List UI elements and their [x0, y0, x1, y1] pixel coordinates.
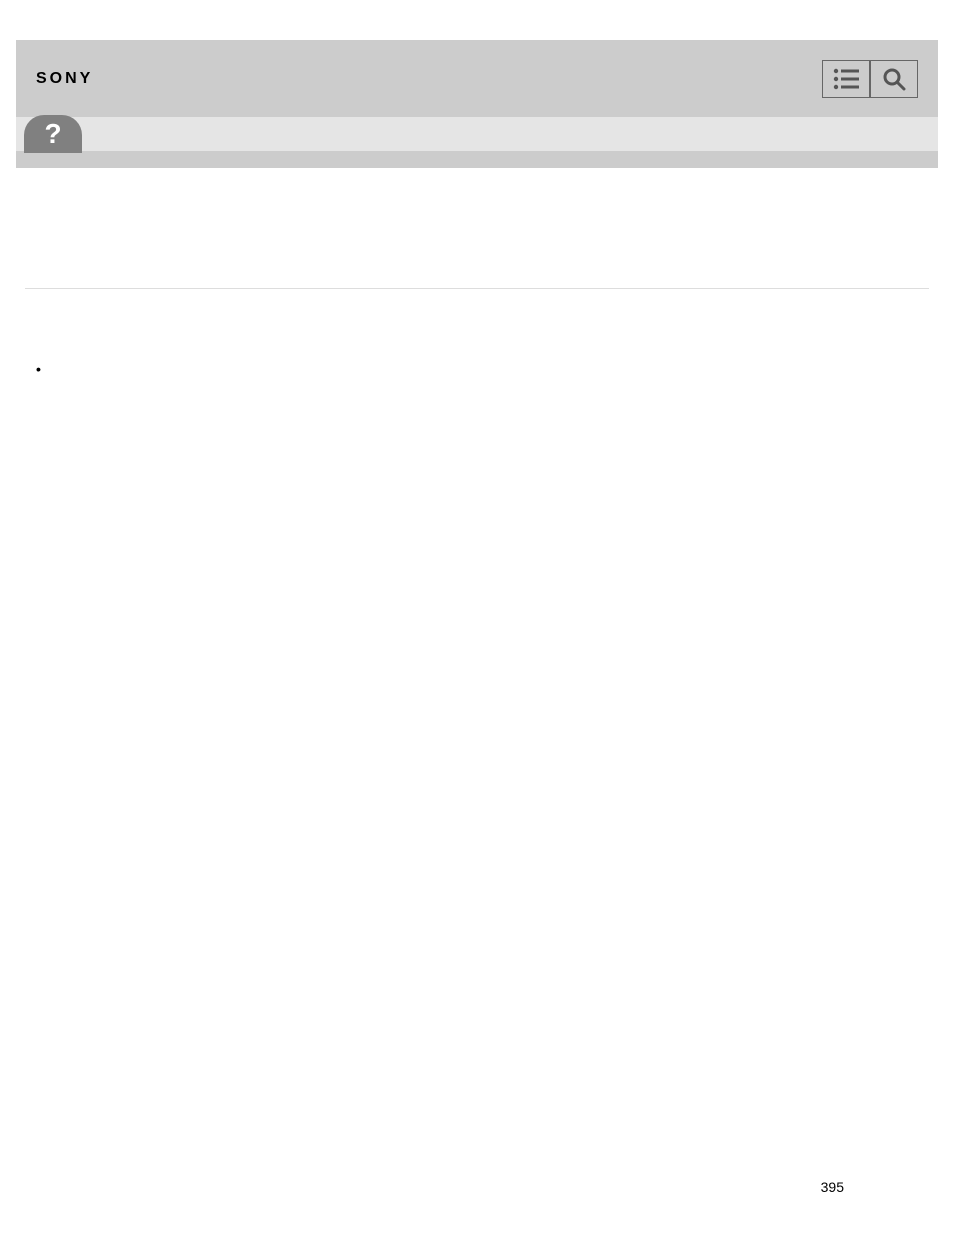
- sub-header: ?: [16, 117, 938, 151]
- list-icon: [833, 68, 859, 90]
- search-icon: [882, 67, 906, 91]
- divider: [25, 288, 929, 289]
- question-mark-icon: ?: [44, 118, 61, 150]
- sony-logo: SONY: [36, 70, 93, 88]
- header-bar: SONY: [16, 40, 938, 117]
- gray-strip: [16, 151, 938, 168]
- header-buttons: [822, 60, 918, 98]
- list-button[interactable]: [822, 60, 870, 98]
- search-button[interactable]: [870, 60, 918, 98]
- content-area: [0, 288, 954, 289]
- top-spacer: [0, 0, 954, 40]
- help-icon: ?: [24, 115, 82, 153]
- page-number: 395: [821, 1179, 844, 1195]
